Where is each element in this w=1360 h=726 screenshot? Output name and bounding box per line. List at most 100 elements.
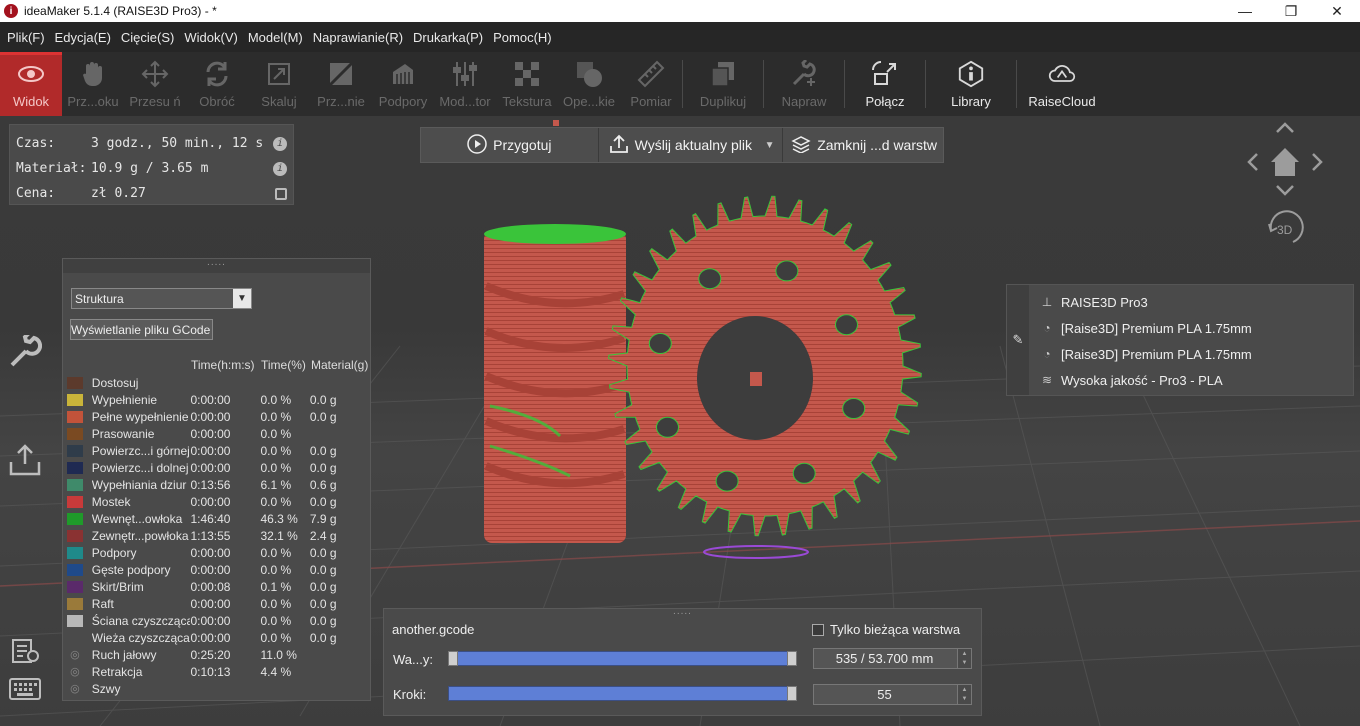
legend-row[interactable]: Powierzc...i górnej 0:00:00 0.0 % 0.0 g — [67, 442, 369, 459]
steps-slider-track[interactable] — [448, 686, 797, 701]
spin-up-icon[interactable]: ▲ — [962, 687, 968, 693]
move-tool-button[interactable]: Przesu ń — [124, 52, 186, 116]
color-swatch[interactable] — [67, 478, 83, 491]
layer-spinbox[interactable]: 535 / 53.700 mm ▲ ▼ — [813, 648, 972, 669]
info-icon[interactable]: i — [273, 136, 287, 151]
color-swatch[interactable] — [67, 376, 83, 389]
wrench-icon[interactable] — [8, 331, 42, 372]
boolean-tool-button[interactable]: Ope...kie — [558, 52, 620, 116]
spin-arrows[interactable]: ▲ ▼ — [957, 685, 971, 704]
current-layer-only-checkbox[interactable]: Tylko bieżąca warstwa — [812, 622, 960, 637]
supports-tool-button[interactable]: Podpory — [372, 52, 434, 116]
send-options-dropdown[interactable]: ▼ — [759, 128, 783, 162]
color-swatch[interactable] — [67, 410, 83, 423]
color-swatch[interactable] — [67, 546, 83, 559]
info-icon[interactable]: i — [273, 161, 287, 176]
view-mode-dropdown[interactable]: Struktura ▼ — [71, 288, 252, 309]
hidden-eye-icon[interactable]: ◎ — [67, 665, 83, 678]
color-swatch[interactable] — [67, 461, 83, 474]
legend-row[interactable]: Gęste podpory 0:00:00 0.0 % 0.0 g — [67, 561, 369, 578]
texture-tool-button[interactable]: Tekstura — [496, 52, 558, 116]
duplicate-tool-button[interactable]: Duplikuj — [683, 52, 763, 116]
quality-row[interactable]: ≋ Wysoka jakość - Pro3 - PLA — [1039, 367, 1223, 393]
layer-slider-start-handle[interactable] — [448, 651, 458, 666]
legend-row[interactable]: ◎ Ruch jałowy 0:25:20 11.0 % — [67, 646, 369, 663]
legend-row[interactable]: Pełne wypełnienie 0:00:00 0.0 % 0.0 g — [67, 408, 369, 425]
menu-printer[interactable]: Drukarka(P) — [408, 30, 488, 45]
legend-row[interactable]: Ściana czyszcząca 0:00:00 0.0 % 0.0 g — [67, 612, 369, 629]
modifier-tool-button[interactable]: Mod...tor — [434, 52, 496, 116]
legend-row[interactable]: Raft 0:00:00 0.0 % 0.0 g — [67, 595, 369, 612]
close-layer-view-button[interactable]: Zamknij ...d warstw — [783, 128, 943, 162]
gcode-view-button[interactable]: Wyświetlanie pliku GCode — [70, 319, 213, 340]
color-swatch[interactable] — [67, 614, 83, 627]
legend-row[interactable]: Wewnęt...owłoka 1:46:40 46.3 % 7.9 g — [67, 510, 369, 527]
panel-drag-handle[interactable]: ..... — [384, 607, 981, 619]
color-swatch[interactable] — [67, 444, 83, 457]
color-swatch[interactable] — [67, 427, 83, 440]
legend-row[interactable]: ◎ Retrakcja 0:10:13 4.4 % — [67, 663, 369, 680]
repair-tool-button[interactable]: Napraw — [764, 52, 844, 116]
legend-row[interactable]: Wieża czyszcząca 0:00:00 0.0 % 0.0 g — [67, 629, 369, 646]
menu-file[interactable]: Plik(F) — [2, 30, 50, 45]
spin-down-icon[interactable]: ▼ — [962, 660, 968, 666]
color-swatch[interactable] — [67, 563, 83, 576]
legend-row[interactable]: Powierzc...i dolnej 0:00:00 0.0 % 0.0 g — [67, 459, 369, 476]
menu-repair[interactable]: Naprawianie(R) — [308, 30, 408, 45]
color-swatch[interactable] — [67, 597, 83, 610]
connect-button[interactable]: Połącz — [845, 52, 925, 116]
color-swatch[interactable] — [67, 495, 83, 508]
filament-left-row[interactable]: ◔ [Raise3D] Premium PLA 1.75mm — [1039, 315, 1251, 341]
legend-row[interactable]: Dostosuj — [67, 374, 369, 391]
export-icon[interactable] — [8, 442, 42, 481]
hidden-eye-icon[interactable]: ◎ — [67, 648, 83, 661]
minimize-button[interactable]: — — [1222, 0, 1268, 22]
scale-tool-button[interactable]: Skaluj — [248, 52, 310, 116]
legend-row[interactable]: Wypełniania dziur 0:13:56 6.1 % 0.6 g — [67, 476, 369, 493]
checkbox-box[interactable] — [812, 623, 824, 636]
spin-up-icon[interactable]: ▲ — [962, 651, 968, 657]
legend-row[interactable]: Mostek 0:00:00 0.0 % 0.0 g — [67, 493, 369, 510]
steps-slider-handle[interactable] — [787, 686, 797, 701]
legend-row[interactable]: Podpory 0:00:00 0.0 % 0.0 g — [67, 544, 369, 561]
color-swatch[interactable] — [67, 529, 83, 542]
pan-tool-button[interactable]: Prz...oku — [62, 52, 124, 116]
cut-tool-button[interactable]: Prz...nie — [310, 52, 372, 116]
color-swatch[interactable] — [67, 580, 83, 593]
legend-row[interactable]: Skirt/Brim 0:00:08 0.1 % 0.0 g — [67, 578, 369, 595]
close-button[interactable]: ✕ — [1314, 0, 1360, 22]
task-list-icon[interactable] — [10, 636, 40, 667]
menu-help[interactable]: Pomoc(H) — [488, 30, 557, 45]
legend-row[interactable]: Prasowanie 0:00:00 0.0 % — [67, 425, 369, 442]
color-swatch[interactable] — [67, 512, 83, 525]
spin-down-icon[interactable]: ▼ — [962, 696, 968, 702]
measure-tool-button[interactable]: Pomiar — [620, 52, 682, 116]
color-swatch[interactable] — [67, 393, 83, 406]
printer-row[interactable]: ⊥ RAISE3D Pro3 — [1039, 289, 1148, 315]
filament-right-row[interactable]: ◔ [Raise3D] Premium PLA 1.75mm — [1039, 341, 1251, 367]
rotate-tool-button[interactable]: Obróć — [186, 52, 248, 116]
3d-view-label[interactable]: 3D — [1277, 223, 1292, 237]
library-button[interactable]: Library — [926, 52, 1016, 116]
restore-button[interactable]: ❐ — [1268, 0, 1314, 22]
hidden-eye-icon[interactable]: ◎ — [67, 682, 83, 695]
legend-row[interactable]: Wypełnienie 0:00:00 0.0 % 0.0 g — [67, 391, 369, 408]
layer-slider-track[interactable] — [448, 651, 797, 666]
legend-row[interactable]: Zewnętr...powłoka 1:13:55 32.1 % 2.4 g — [67, 527, 369, 544]
menu-view[interactable]: Widok(V) — [179, 30, 242, 45]
edit-profile-button[interactable]: ✎ — [1007, 285, 1029, 395]
menu-model[interactable]: Model(M) — [243, 30, 308, 45]
legend-row[interactable]: ◎ Szwy — [67, 680, 369, 697]
menu-slice[interactable]: Cięcie(S) — [116, 30, 179, 45]
raisecloud-button[interactable]: RaiseCloud — [1017, 52, 1107, 116]
prepare-button[interactable]: Przygotuj — [421, 128, 598, 162]
color-swatch[interactable] — [67, 631, 83, 644]
menu-edit[interactable]: Edycja(E) — [50, 30, 116, 45]
keyboard-icon[interactable] — [9, 678, 41, 703]
steps-spinbox[interactable]: 55 ▲ ▼ — [813, 684, 972, 705]
spin-arrows[interactable]: ▲ ▼ — [957, 649, 971, 668]
layer-slider-end-handle[interactable] — [787, 651, 797, 666]
save-icon[interactable] — [275, 187, 287, 200]
view-tool-button[interactable]: Widok — [0, 52, 62, 116]
send-file-button[interactable]: Wyślij aktualny plik — [599, 128, 759, 162]
